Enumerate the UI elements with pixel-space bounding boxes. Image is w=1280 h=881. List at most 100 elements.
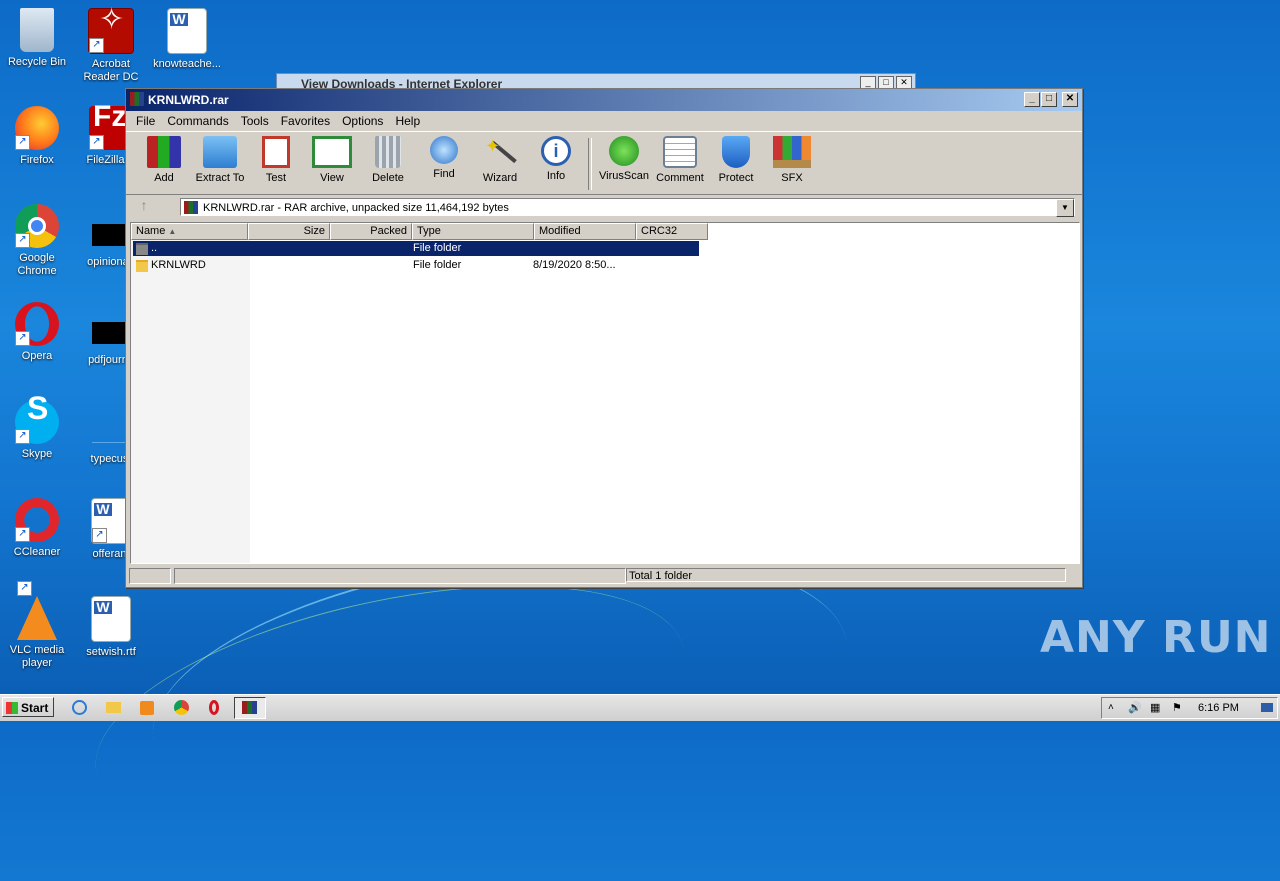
word-document-icon: W (167, 8, 207, 54)
desktop-icon-opera[interactable]: ↗ Opera (0, 302, 74, 363)
show-hidden-icons-icon[interactable]: ˄ (1108, 698, 1114, 718)
row-type: File folder (413, 242, 462, 254)
maximize-button[interactable]: □ (1041, 92, 1057, 107)
shortcut-arrow-icon: ↗ (15, 331, 30, 346)
menu-file[interactable]: File (130, 114, 161, 128)
menu-favorites[interactable]: Favorites (275, 114, 336, 128)
find-button[interactable]: Find (416, 136, 472, 180)
desktop-icon-label: Google Chrome (17, 252, 57, 277)
table-row[interactable]: KRNLWRD File folder 8/19/2020 8:50... (133, 258, 699, 273)
view-label: View (320, 172, 344, 184)
desktop-icon-label: Firefox (20, 154, 54, 166)
add-button[interactable]: Add (136, 136, 192, 184)
trash-bin-icon (375, 136, 401, 168)
virus-scan-icon (609, 136, 639, 166)
shortcut-arrow-icon: ↗ (15, 527, 30, 542)
row-type: File folder (413, 259, 462, 271)
test-button[interactable]: Test (248, 136, 304, 184)
acrobat-icon: ✧ ↗ (88, 5, 134, 54)
taskbar-media-player-button[interactable] (132, 697, 164, 719)
delete-button[interactable]: Delete (360, 136, 416, 184)
taskbar-opera-button[interactable] (200, 697, 232, 719)
desktop-icon-skype[interactable]: S ↗ Skype (0, 392, 74, 461)
column-name[interactable]: Name ▲ (131, 223, 248, 240)
add-label: Add (154, 172, 174, 184)
shortcut-arrow-icon: ↗ (89, 135, 104, 150)
magnifier-icon (430, 136, 458, 164)
taskbar-winrar-button[interactable] (234, 697, 266, 719)
archive-path-field[interactable]: KRNLWRD.rar - RAR archive, unpacked size… (180, 198, 1075, 217)
internet-explorer-icon (72, 700, 87, 715)
shield-icon (722, 136, 750, 168)
minimize-button[interactable]: _ (1024, 92, 1040, 107)
menu-bar: File Commands Tools Favorites Options He… (126, 111, 1082, 131)
status-pane-total: Total 1 folder (626, 568, 1066, 582)
desktop-icon-firefox[interactable]: ↗ Firefox (0, 106, 74, 167)
taskbar-ie-button[interactable] (64, 697, 96, 719)
column-name-label: Name (136, 225, 166, 237)
delete-label: Delete (372, 172, 404, 184)
desktop-icon-knowteache[interactable]: W knowteache... (150, 8, 224, 71)
archive-path-text: KRNLWRD.rar - RAR archive, unpacked size… (203, 202, 509, 214)
column-type[interactable]: Type (412, 223, 534, 240)
info-button[interactable]: i Info (528, 136, 584, 182)
desktop-icon-chrome[interactable]: ↗ Google Chrome (0, 204, 74, 278)
shortcut-arrow-icon: ↗ (15, 429, 30, 444)
desktop-icon-label: VLC media player (9, 644, 65, 669)
menu-commands[interactable]: Commands (161, 114, 234, 128)
protect-label: Protect (718, 172, 754, 184)
column-crc32[interactable]: CRC32 (636, 223, 708, 240)
menu-options[interactable]: Options (336, 114, 389, 128)
folder-icon (106, 702, 121, 713)
extract-to-button[interactable]: Extract To (192, 136, 248, 184)
winrar-window[interactable]: KRNLWRD.rar _ □ ✕ File Commands Tools Fa… (125, 88, 1083, 588)
sfx-button[interactable]: SFX (764, 136, 820, 184)
desktop-icon-recycle-bin[interactable]: Recycle Bin (0, 8, 74, 69)
wizard-button[interactable]: ✦ Wizard (472, 136, 528, 184)
shortcut-arrow-icon: ↗ (89, 38, 104, 53)
file-list[interactable]: Name ▲ Size Packed Type Modified CRC32 .… (130, 222, 1080, 564)
desktop-icon-label: offerant (92, 548, 130, 560)
column-size[interactable]: Size (248, 223, 330, 240)
desktop-icon-label: Skype (21, 448, 53, 460)
desktop-icon-label: Acrobat Reader DC (83, 58, 139, 83)
taskbar-explorer-button[interactable] (98, 697, 130, 719)
column-packed[interactable]: Packed (330, 223, 412, 240)
toolbar-separator (588, 138, 592, 190)
taskbar-chrome-button[interactable] (166, 697, 198, 719)
drive-key-icon[interactable] (129, 568, 171, 584)
protect-button[interactable]: Protect (708, 136, 764, 184)
desktop-icon-ccleaner[interactable]: ↗ CCleaner (0, 498, 74, 559)
view-button[interactable]: View (304, 136, 360, 184)
test-label: Test (265, 172, 287, 184)
comment-button[interactable]: Comment (652, 136, 708, 184)
chrome-icon: ↗ (15, 204, 59, 248)
comment-label: Comment (656, 172, 704, 184)
close-button[interactable]: ✕ (1062, 92, 1078, 107)
table-row[interactable]: .. File folder (133, 241, 699, 256)
chrome-icon (174, 700, 189, 715)
status-bar: Total 1 folder (126, 565, 1082, 587)
desktop-icon-acrobat[interactable]: ✧ ↗ Acrobat Reader DC (74, 5, 148, 84)
column-modified[interactable]: Modified (534, 223, 636, 240)
dropdown-arrow-icon[interactable]: ▼ (1056, 199, 1074, 217)
show-desktop-icon[interactable] (1261, 703, 1273, 712)
start-button[interactable]: Start (2, 697, 54, 717)
menu-help[interactable]: Help (389, 114, 426, 128)
network-icon[interactable]: ▦ (1150, 698, 1160, 718)
shortcut-arrow-icon: ↗ (92, 528, 107, 543)
title-bar[interactable]: KRNLWRD.rar _ □ ✕ (126, 89, 1082, 111)
desktop-icon-label: CCleaner (13, 546, 61, 558)
virusscan-button[interactable]: VirusScan (596, 136, 652, 182)
extract-to-label: Extract To (195, 172, 245, 184)
desktop-icon-setwish[interactable]: W setwish.rtf (74, 596, 148, 659)
up-one-level-button[interactable]: ↑ (126, 197, 162, 217)
desktop-icon-vlc[interactable]: ↗ VLC media player (0, 581, 74, 670)
volume-icon[interactable]: 🔊 (1128, 698, 1142, 718)
comment-icon (663, 136, 697, 168)
action-center-flag-icon[interactable]: ⚑ (1172, 698, 1182, 718)
virusscan-label: VirusScan (599, 170, 649, 182)
clock[interactable]: 6:16 PM (1198, 698, 1239, 718)
info-label: Info (546, 170, 566, 182)
menu-tools[interactable]: Tools (235, 114, 275, 128)
